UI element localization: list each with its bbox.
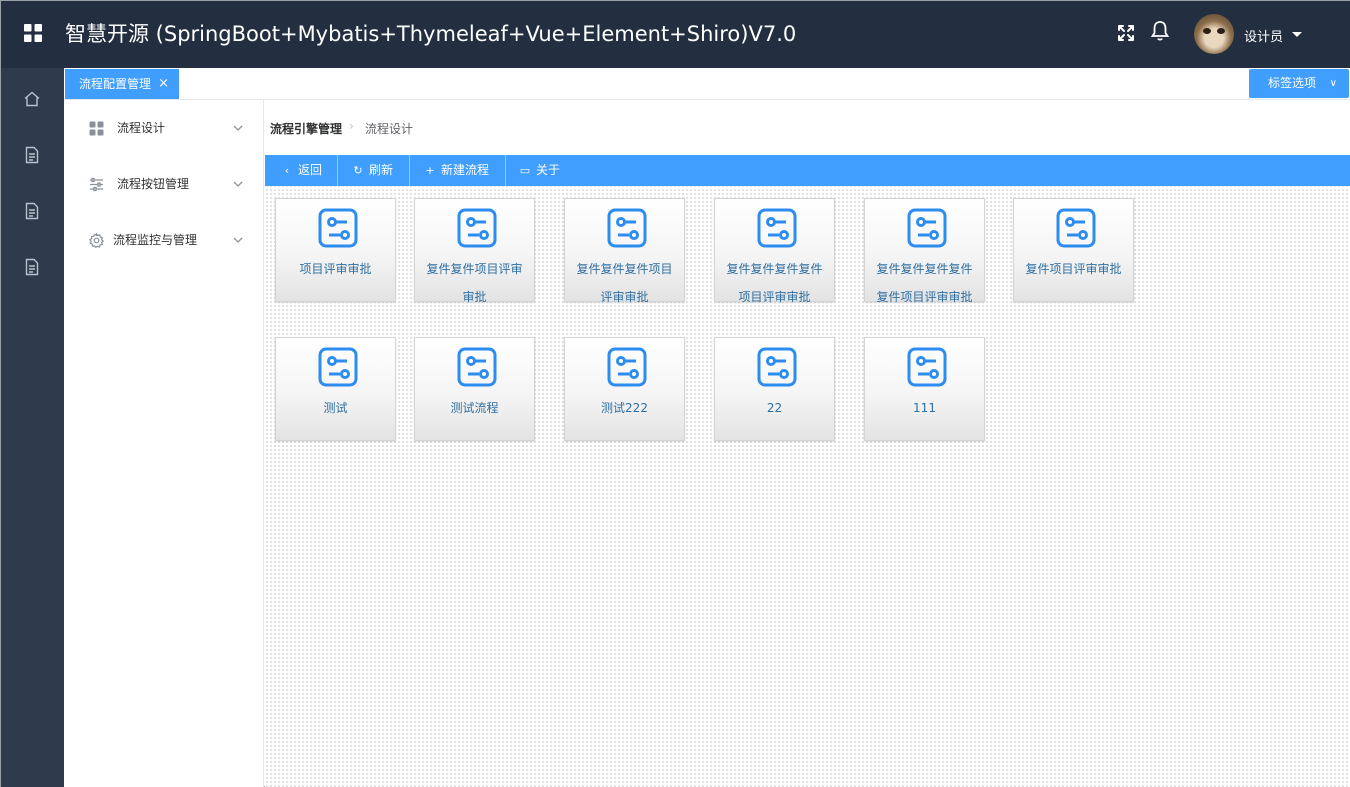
- flow-design-icon: [907, 347, 947, 387]
- menu-item-label: 流程按钮管理: [117, 177, 190, 191]
- about-label: 关于: [536, 163, 561, 177]
- flow-design-icon: [1056, 208, 1096, 248]
- close-icon[interactable]: ×: [158, 69, 169, 99]
- flow-card-label: 复件复件复件复件复件项目评审审批: [876, 262, 973, 304]
- menu-item-flow-monitor[interactable]: 流程监控与管理: [64, 212, 264, 268]
- main-content: 流程引擎管理 › 流程设计 ‹ 返回 ↻ 刷新 + 新建流程 ▭ 关于 项目评审审批 复…: [265, 100, 1350, 787]
- toolbar-divider: [337, 155, 338, 186]
- tab-flow-config[interactable]: 流程配置管理 ×: [65, 69, 179, 99]
- chevron-left-icon: ‹: [284, 164, 290, 177]
- caret-down-icon[interactable]: [1292, 32, 1302, 37]
- flow-card-label: 复件复件项目评审审批: [426, 262, 523, 304]
- flow-design-icon: [757, 208, 797, 248]
- flow-card-label: 项目评审审批: [299, 262, 372, 276]
- monitor-icon: ▭: [519, 164, 531, 177]
- back-label: 返回: [298, 163, 323, 177]
- flow-card-label: 测试流程: [450, 401, 499, 415]
- toolbar-divider: [505, 155, 506, 186]
- flow-card[interactable]: 111: [864, 337, 985, 441]
- home-icon[interactable]: [23, 90, 41, 108]
- tab-bar: 流程配置管理 × 标签选项 ∨: [64, 68, 1350, 100]
- flow-design-icon: [907, 208, 947, 248]
- flow-card[interactable]: 项目评审审批: [275, 198, 396, 302]
- about-button[interactable]: ▭ 关于: [519, 155, 560, 186]
- flow-card-label: 22: [766, 401, 783, 415]
- flow-card[interactable]: 测试222: [564, 337, 685, 441]
- flow-card[interactable]: 复件复件复件项目评审审批: [564, 198, 685, 304]
- flow-design-icon: [318, 347, 358, 387]
- flow-design-icon: [457, 347, 497, 387]
- flow-card-label: 测试: [323, 401, 348, 415]
- flow-card[interactable]: 复件复件复件复件复件项目评审审批: [864, 198, 985, 304]
- top-header: 智慧开源 (SpringBoot+Mybatis+Thymeleaf+Vue+E…: [1, 1, 1350, 68]
- document-icon[interactable]: [23, 202, 41, 220]
- document-icon[interactable]: [23, 146, 41, 164]
- flow-card-label: 复件复件复件复件项目评审审批: [726, 262, 823, 304]
- breadcrumb: 流程引擎管理 › 流程设计: [265, 100, 1350, 155]
- flow-card[interactable]: 复件复件复件复件项目评审审批: [714, 198, 835, 304]
- tab-label: 流程配置管理: [79, 77, 152, 91]
- flow-card[interactable]: 22: [714, 337, 835, 441]
- tab-options-button[interactable]: 标签选项 ∨: [1249, 69, 1349, 98]
- flow-card-label: 111: [913, 401, 936, 415]
- gear-icon: [89, 233, 104, 248]
- chevron-down-icon: [233, 125, 243, 131]
- new-flow-label: 新建流程: [441, 163, 490, 177]
- tab-options-label: 标签选项: [1268, 76, 1317, 90]
- menu-item-label: 流程监控与管理: [113, 233, 198, 247]
- document-icon[interactable]: [23, 258, 41, 276]
- flow-design-icon: [457, 208, 497, 248]
- icon-rail: [1, 68, 64, 787]
- refresh-label: 刷新: [369, 163, 394, 177]
- menu-item-flow-design[interactable]: 流程设计: [64, 100, 264, 156]
- new-flow-button[interactable]: + 新建流程: [424, 155, 489, 186]
- flow-card-label: 复件项目评审审批: [1025, 262, 1122, 276]
- breadcrumb-root[interactable]: 流程引擎管理: [270, 120, 342, 137]
- side-menu: 流程设计 流程按钮管理 流程监控与管理: [64, 100, 264, 787]
- user-name[interactable]: 设计员: [1244, 26, 1283, 45]
- sliders-icon: [90, 177, 103, 192]
- breadcrumb-separator: ›: [349, 119, 354, 133]
- toolbar-divider: [409, 155, 410, 186]
- flow-card-label: 测试222: [601, 401, 648, 415]
- menu-item-flow-buttons[interactable]: 流程按钮管理: [64, 156, 264, 212]
- apps-grid-icon[interactable]: [23, 23, 43, 43]
- chevron-down-icon: [233, 181, 243, 187]
- back-button[interactable]: ‹ 返回: [281, 155, 322, 186]
- menu-item-label: 流程设计: [117, 121, 166, 135]
- flow-card[interactable]: 测试流程: [414, 337, 535, 441]
- flow-design-icon: [318, 208, 358, 248]
- plus-icon: +: [425, 164, 435, 177]
- avatar[interactable]: [1194, 14, 1234, 54]
- flow-design-icon: [757, 347, 797, 387]
- app-title: 智慧开源 (SpringBoot+Mybatis+Thymeleaf+Vue+E…: [65, 22, 797, 46]
- flow-card[interactable]: 复件项目评审审批: [1013, 198, 1134, 302]
- flow-design-icon: [607, 347, 647, 387]
- breadcrumb-current: 流程设计: [365, 122, 414, 136]
- flow-card[interactable]: 测试: [275, 337, 396, 441]
- grid-icon: [89, 121, 104, 136]
- flow-card[interactable]: 复件复件项目评审审批: [414, 198, 535, 304]
- chevron-down-icon: ∨: [1329, 78, 1337, 89]
- fullscreen-icon[interactable]: [1116, 23, 1136, 43]
- action-toolbar: ‹ 返回 ↻ 刷新 + 新建流程 ▭ 关于: [265, 155, 1350, 186]
- flow-design-icon: [607, 208, 647, 248]
- chevron-down-icon: [233, 237, 243, 243]
- refresh-icon: ↻: [353, 164, 363, 177]
- refresh-button[interactable]: ↻ 刷新: [352, 155, 393, 186]
- flow-card-label: 复件复件复件项目评审审批: [576, 262, 673, 304]
- bell-icon[interactable]: [1150, 20, 1170, 42]
